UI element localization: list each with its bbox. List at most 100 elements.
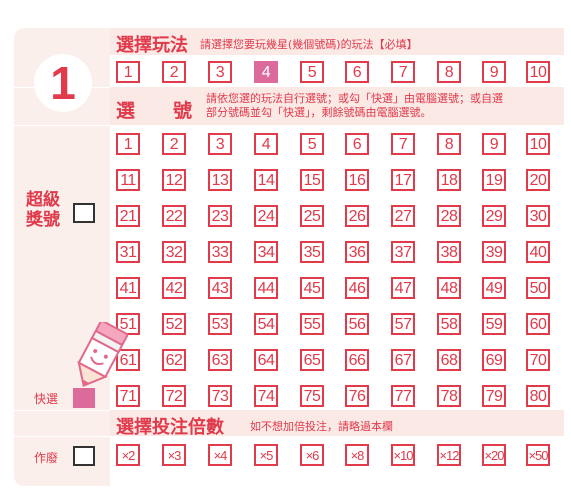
number-cell-23[interactable]: 23 [208, 205, 232, 227]
number-cell-3[interactable]: 3 [208, 133, 232, 155]
number-cell-25[interactable]: 25 [300, 205, 324, 227]
number-cell-54[interactable]: 54 [254, 313, 278, 335]
number-cell-78[interactable]: 78 [437, 385, 461, 407]
play-option-2[interactable]: 2 [162, 61, 186, 83]
play-option-7[interactable]: 7 [391, 61, 415, 83]
number-cell-69[interactable]: 69 [482, 349, 506, 371]
play-option-4[interactable]: 4 [254, 61, 278, 83]
number-cell-55[interactable]: 55 [300, 313, 324, 335]
number-cell-63[interactable]: 63 [208, 349, 232, 371]
number-cell-47[interactable]: 47 [391, 277, 415, 299]
multiplier-option[interactable]: ×6 [300, 444, 324, 466]
number-cell-32[interactable]: 32 [162, 241, 186, 263]
quick-pick-checkbox[interactable] [73, 388, 95, 408]
number-cell-11[interactable]: 11 [116, 169, 140, 191]
number-cell-77[interactable]: 77 [391, 385, 415, 407]
number-cell-29[interactable]: 29 [482, 205, 506, 227]
number-cell-38[interactable]: 38 [437, 241, 461, 263]
play-option-9[interactable]: 9 [482, 61, 506, 83]
number-cell-60[interactable]: 60 [526, 313, 550, 335]
play-option-5[interactable]: 5 [300, 61, 324, 83]
number-cell-21[interactable]: 21 [116, 205, 140, 227]
number-cell-28[interactable]: 28 [437, 205, 461, 227]
number-cell-8[interactable]: 8 [437, 133, 461, 155]
number-cell-34[interactable]: 34 [254, 241, 278, 263]
number-cell-24[interactable]: 24 [254, 205, 278, 227]
number-cell-49[interactable]: 49 [482, 277, 506, 299]
number-cell-43[interactable]: 43 [208, 277, 232, 299]
number-cell-31[interactable]: 31 [116, 241, 140, 263]
number-cell-68[interactable]: 68 [437, 349, 461, 371]
number-cell-40[interactable]: 40 [526, 241, 550, 263]
number-cell-17[interactable]: 17 [391, 169, 415, 191]
number-cell-57[interactable]: 57 [391, 313, 415, 335]
number-cell-45[interactable]: 45 [300, 277, 324, 299]
play-option-8[interactable]: 8 [437, 61, 461, 83]
multiplier-option[interactable]: ×5 [254, 444, 278, 466]
number-cell-39[interactable]: 39 [482, 241, 506, 263]
number-cell-73[interactable]: 73 [208, 385, 232, 407]
number-cell-75[interactable]: 75 [300, 385, 324, 407]
number-cell-62[interactable]: 62 [162, 349, 186, 371]
number-cell-58[interactable]: 58 [437, 313, 461, 335]
number-cell-41[interactable]: 41 [116, 277, 140, 299]
number-cell-18[interactable]: 18 [437, 169, 461, 191]
number-cell-67[interactable]: 67 [391, 349, 415, 371]
number-cell-22[interactable]: 22 [162, 205, 186, 227]
number-cell-80[interactable]: 80 [526, 385, 550, 407]
number-cell-79[interactable]: 79 [482, 385, 506, 407]
number-cell-30[interactable]: 30 [526, 205, 550, 227]
number-cell-64[interactable]: 64 [254, 349, 278, 371]
multiplier-option[interactable]: ×50 [526, 444, 550, 466]
number-cell-15[interactable]: 15 [300, 169, 324, 191]
number-cell-27[interactable]: 27 [391, 205, 415, 227]
number-cell-53[interactable]: 53 [208, 313, 232, 335]
number-cell-9[interactable]: 9 [482, 133, 506, 155]
number-cell-19[interactable]: 19 [482, 169, 506, 191]
number-cell-7[interactable]: 7 [391, 133, 415, 155]
play-option-3[interactable]: 3 [208, 61, 232, 83]
number-cell-44[interactable]: 44 [254, 277, 278, 299]
number-cell-50[interactable]: 50 [526, 277, 550, 299]
number-cell-1[interactable]: 1 [116, 133, 140, 155]
number-cell-5[interactable]: 5 [300, 133, 324, 155]
number-cell-20[interactable]: 20 [526, 169, 550, 191]
number-cell-2[interactable]: 2 [162, 133, 186, 155]
number-cell-56[interactable]: 56 [345, 313, 369, 335]
super-bonus-checkbox[interactable] [73, 203, 95, 223]
number-cell-65[interactable]: 65 [300, 349, 324, 371]
number-cell-66[interactable]: 66 [345, 349, 369, 371]
number-cell-6[interactable]: 6 [345, 133, 369, 155]
play-option-6[interactable]: 6 [345, 61, 369, 83]
number-cell-46[interactable]: 46 [345, 277, 369, 299]
number-cell-52[interactable]: 52 [162, 313, 186, 335]
number-cell-12[interactable]: 12 [162, 169, 186, 191]
play-option-10[interactable]: 10 [526, 61, 550, 83]
multiplier-option[interactable]: ×20 [482, 444, 506, 466]
number-cell-33[interactable]: 33 [208, 241, 232, 263]
number-cell-74[interactable]: 74 [254, 385, 278, 407]
number-cell-72[interactable]: 72 [162, 385, 186, 407]
number-cell-76[interactable]: 76 [345, 385, 369, 407]
multiplier-option[interactable]: ×8 [345, 444, 369, 466]
multiplier-option[interactable]: ×3 [162, 444, 186, 466]
number-cell-26[interactable]: 26 [345, 205, 369, 227]
number-cell-48[interactable]: 48 [437, 277, 461, 299]
number-cell-42[interactable]: 42 [162, 277, 186, 299]
play-option-1[interactable]: 1 [116, 61, 140, 83]
number-cell-37[interactable]: 37 [391, 241, 415, 263]
number-cell-59[interactable]: 59 [482, 313, 506, 335]
multiplier-option[interactable]: ×10 [391, 444, 415, 466]
multiplier-option[interactable]: ×4 [208, 444, 232, 466]
number-cell-13[interactable]: 13 [208, 169, 232, 191]
number-cell-16[interactable]: 16 [345, 169, 369, 191]
multiplier-option[interactable]: ×12 [437, 444, 461, 466]
number-cell-35[interactable]: 35 [300, 241, 324, 263]
number-cell-36[interactable]: 36 [345, 241, 369, 263]
void-checkbox[interactable] [73, 446, 95, 466]
number-cell-70[interactable]: 70 [526, 349, 550, 371]
multiplier-option[interactable]: ×2 [116, 444, 140, 466]
number-cell-4[interactable]: 4 [254, 133, 278, 155]
number-cell-14[interactable]: 14 [254, 169, 278, 191]
number-cell-10[interactable]: 10 [526, 133, 550, 155]
